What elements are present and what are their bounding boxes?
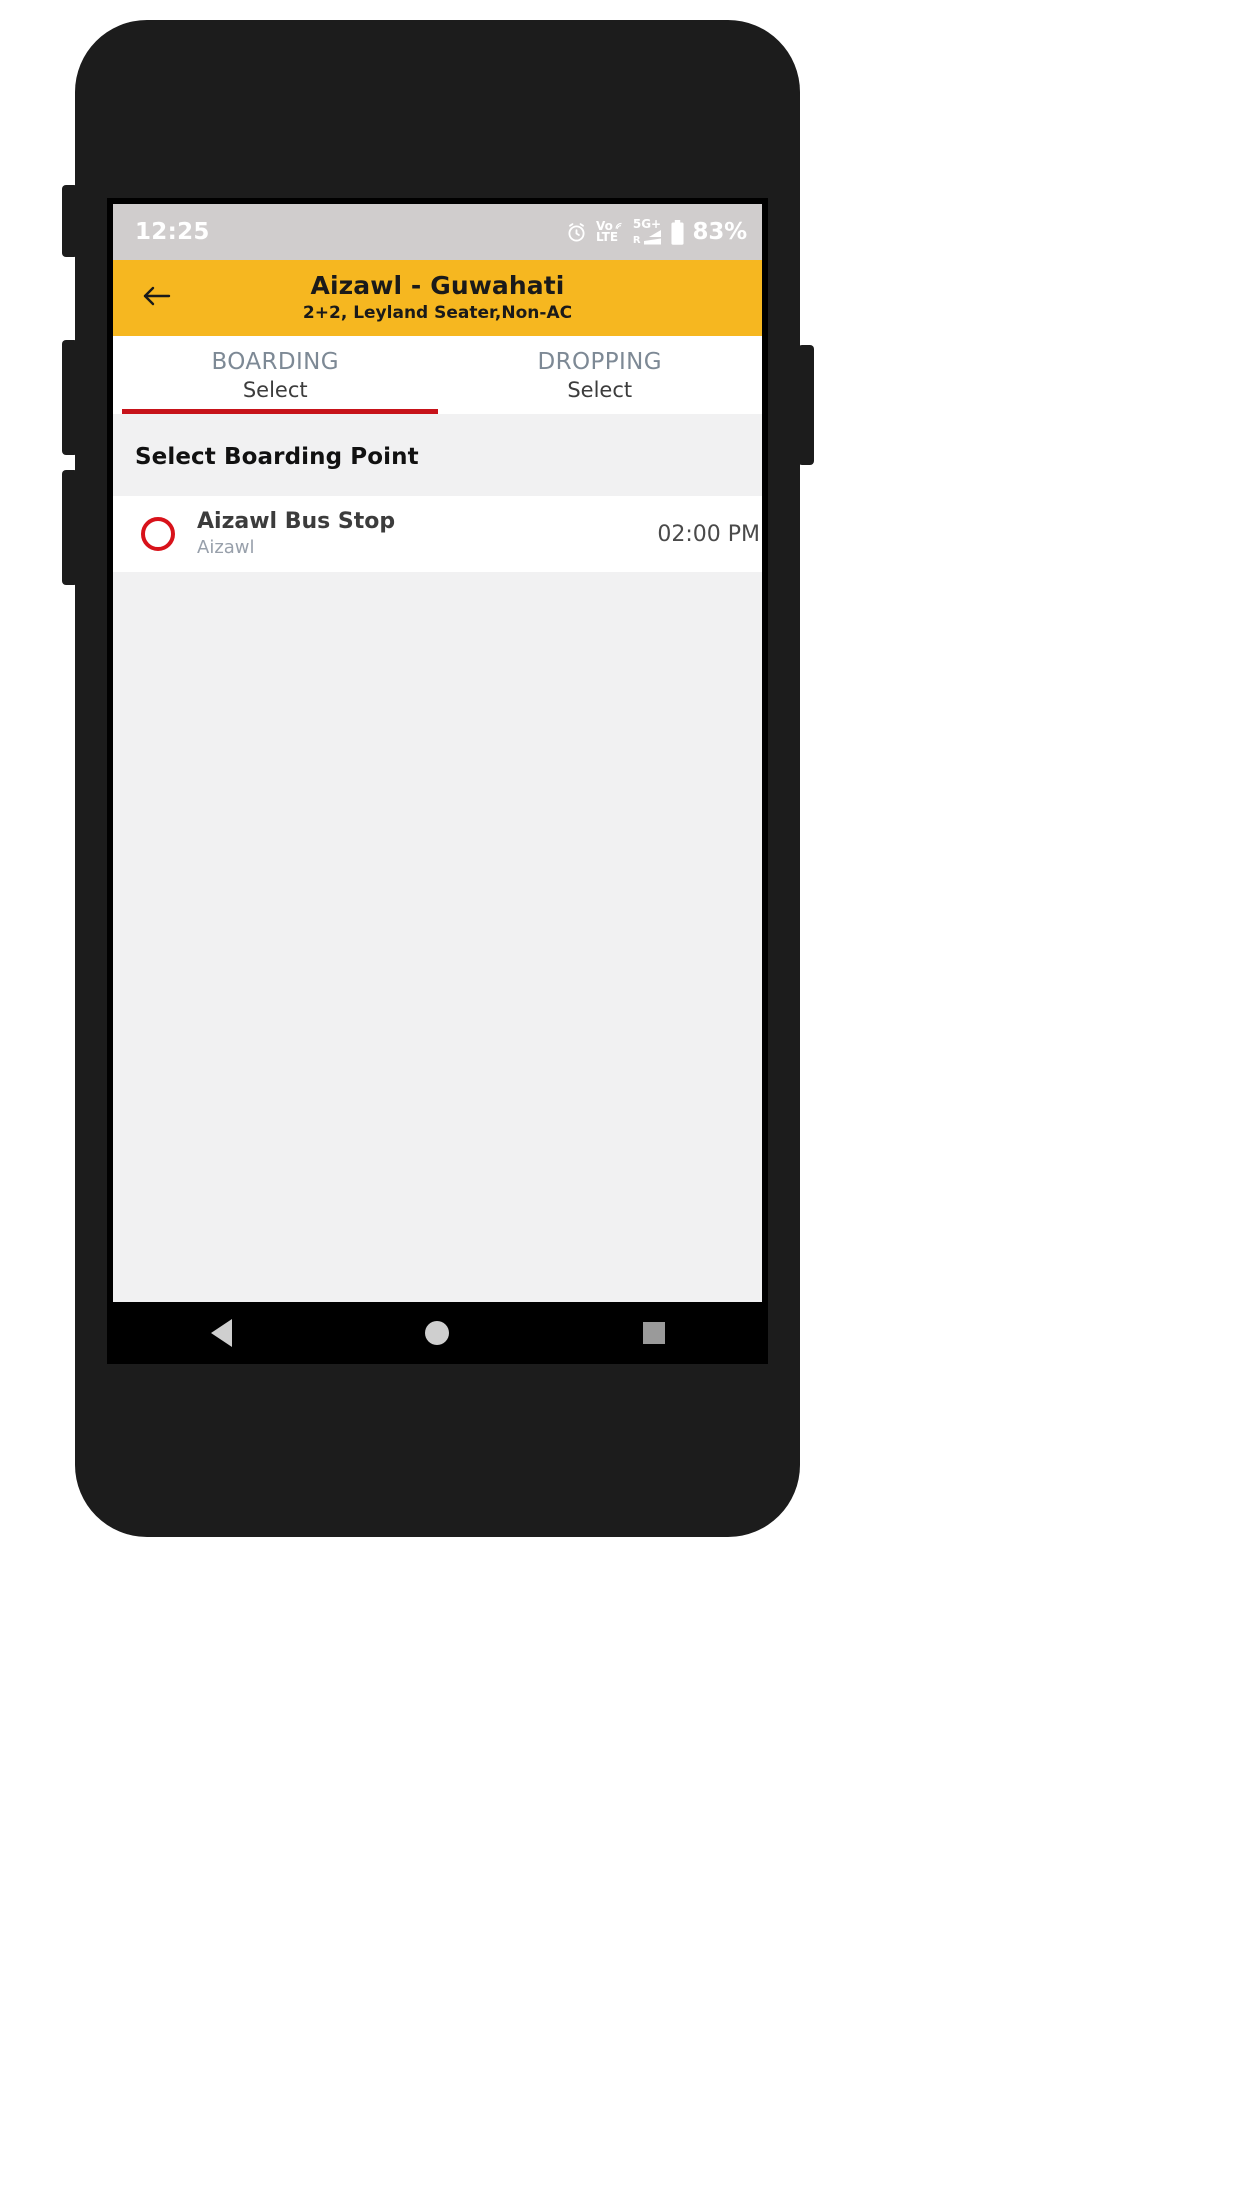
tab-dropping[interactable]: DROPPING Select [438,336,763,414]
tab-boarding[interactable]: BOARDING Select [113,336,438,414]
battery-icon [670,219,685,245]
boarding-dropping-tabs: BOARDING Select DROPPING Select [113,336,762,414]
page-title: Aizawl - Guwahati [310,270,565,300]
boarding-point-city: Aizawl [197,537,255,558]
volte-icon: Vo LTE [595,220,625,244]
network-type-label: 5G+ [632,216,662,231]
back-arrow-icon [142,284,172,312]
roaming-label: R [632,234,641,246]
phone-screen: 12:25 Vo LTE 5G+ R 83% Aizawl - Guwahati… [107,198,768,1364]
boarding-point-name: Aizawl Bus Stop [197,508,396,534]
app-header: Aizawl - Guwahati 2+2, Leyland Seater,No… [113,260,762,336]
nav-recents-button[interactable] [609,1302,699,1364]
tab-active-indicator [122,409,438,414]
volte-label-bottom: LTE [595,230,619,244]
main-content: Select Boarding Point Aizawl Bus Stop Ai… [113,414,762,1064]
boarding-point-time: 02:00 PM [657,521,760,547]
status-bar-icons: Vo LTE 5G+ R 83% [565,216,748,246]
nav-back-triangle-icon [210,1319,232,1347]
boarding-point-texts: Aizawl Bus Stop Aizawl [197,509,657,560]
phone-power-button[interactable] [798,345,814,465]
list-item[interactable]: Aizawl Bus Stop Aizawl 02:00 PM [113,496,762,572]
page-subtitle: 2+2, Leyland Seater,Non-AC [302,302,573,323]
android-navigation-bar [113,1302,762,1364]
tab-boarding-heading: BOARDING [211,349,339,376]
status-bar-clock: 12:25 [135,219,210,245]
app-header-titles: Aizawl - Guwahati 2+2, Leyland Seater,No… [113,270,762,324]
nav-back-button[interactable] [176,1302,266,1364]
radio-button-icon[interactable] [141,517,175,551]
phone-volume-down-button[interactable] [62,470,78,585]
nav-recents-square-icon [642,1322,665,1344]
signal-bars-icon [643,230,661,245]
battery-percent-label: 83% [692,219,748,245]
alarm-clock-icon [565,221,588,244]
phone-volume-up-button[interactable] [62,340,78,455]
tab-dropping-value: Select [567,377,633,402]
back-button[interactable] [130,260,184,336]
status-bar: 12:25 Vo LTE 5G+ R 83% [113,204,762,260]
cellular-signal-icon: 5G+ R [632,216,662,246]
section-title: Select Boarding Point [135,444,419,470]
nav-home-circle-icon [425,1321,450,1345]
tab-boarding-value: Select [242,377,308,402]
nav-home-button[interactable] [392,1302,482,1364]
screenshot-scene: 12:25 Vo LTE 5G+ R 83% Aizawl - Guwahati… [0,0,1242,2208]
screen-content: 12:25 Vo LTE 5G+ R 83% Aizawl - Guwahati… [113,204,762,1364]
phone-side-button-top-left[interactable] [62,185,78,257]
tab-dropping-heading: DROPPING [537,349,663,376]
